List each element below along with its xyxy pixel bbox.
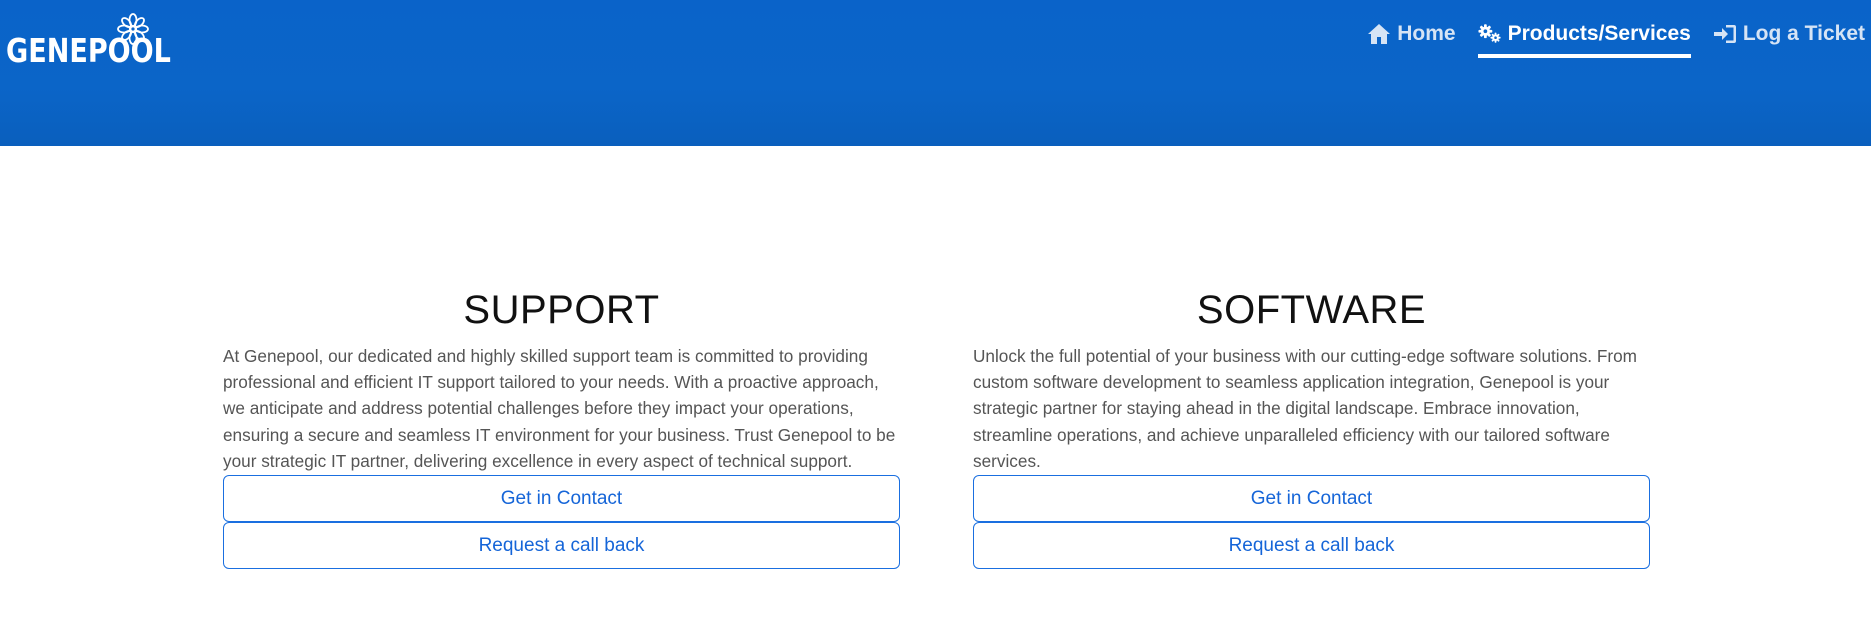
nav-log-ticket-label: Log a Ticket [1742, 22, 1865, 45]
software-title: SOFTWARE [1196, 288, 1427, 332]
sign-in-icon [1713, 25, 1736, 43]
support-title: SUPPORT [463, 288, 660, 332]
software-request-callback-button[interactable]: Request a call back [973, 522, 1650, 569]
site-header: GENEPOOL Home Products/Services Log a Ti… [0, 0, 1871, 146]
support-description: At Genepool, our dedicated and highly sk… [223, 346, 896, 471]
support-get-in-contact-button[interactable]: Get in Contact [223, 475, 900, 522]
support-section: SUPPORT At Genepool, our dedicated and h… [223, 288, 900, 569]
software-description: Unlock the full potential of your busine… [973, 346, 1637, 471]
logo[interactable]: GENEPOOL [6, 12, 207, 67]
software-section: SOFTWARE Unlock the full potential of yo… [973, 288, 1650, 569]
nav-home-label: Home [1397, 22, 1456, 45]
software-get-in-contact-button[interactable]: Get in Contact [973, 475, 1650, 522]
nav-products-services[interactable]: Products/Services [1477, 22, 1691, 58]
support-request-callback-button[interactable]: Request a call back [223, 522, 900, 569]
nav-home[interactable]: Home [1367, 22, 1456, 58]
nav-products-services-label: Products/Services [1507, 22, 1691, 45]
home-icon [1368, 24, 1391, 44]
gears-icon [1478, 24, 1501, 43]
main-nav: Home Products/Services Log a Ticket [1367, 22, 1865, 58]
nav-log-ticket[interactable]: Log a Ticket [1713, 22, 1865, 58]
flower-icon [117, 13, 149, 45]
